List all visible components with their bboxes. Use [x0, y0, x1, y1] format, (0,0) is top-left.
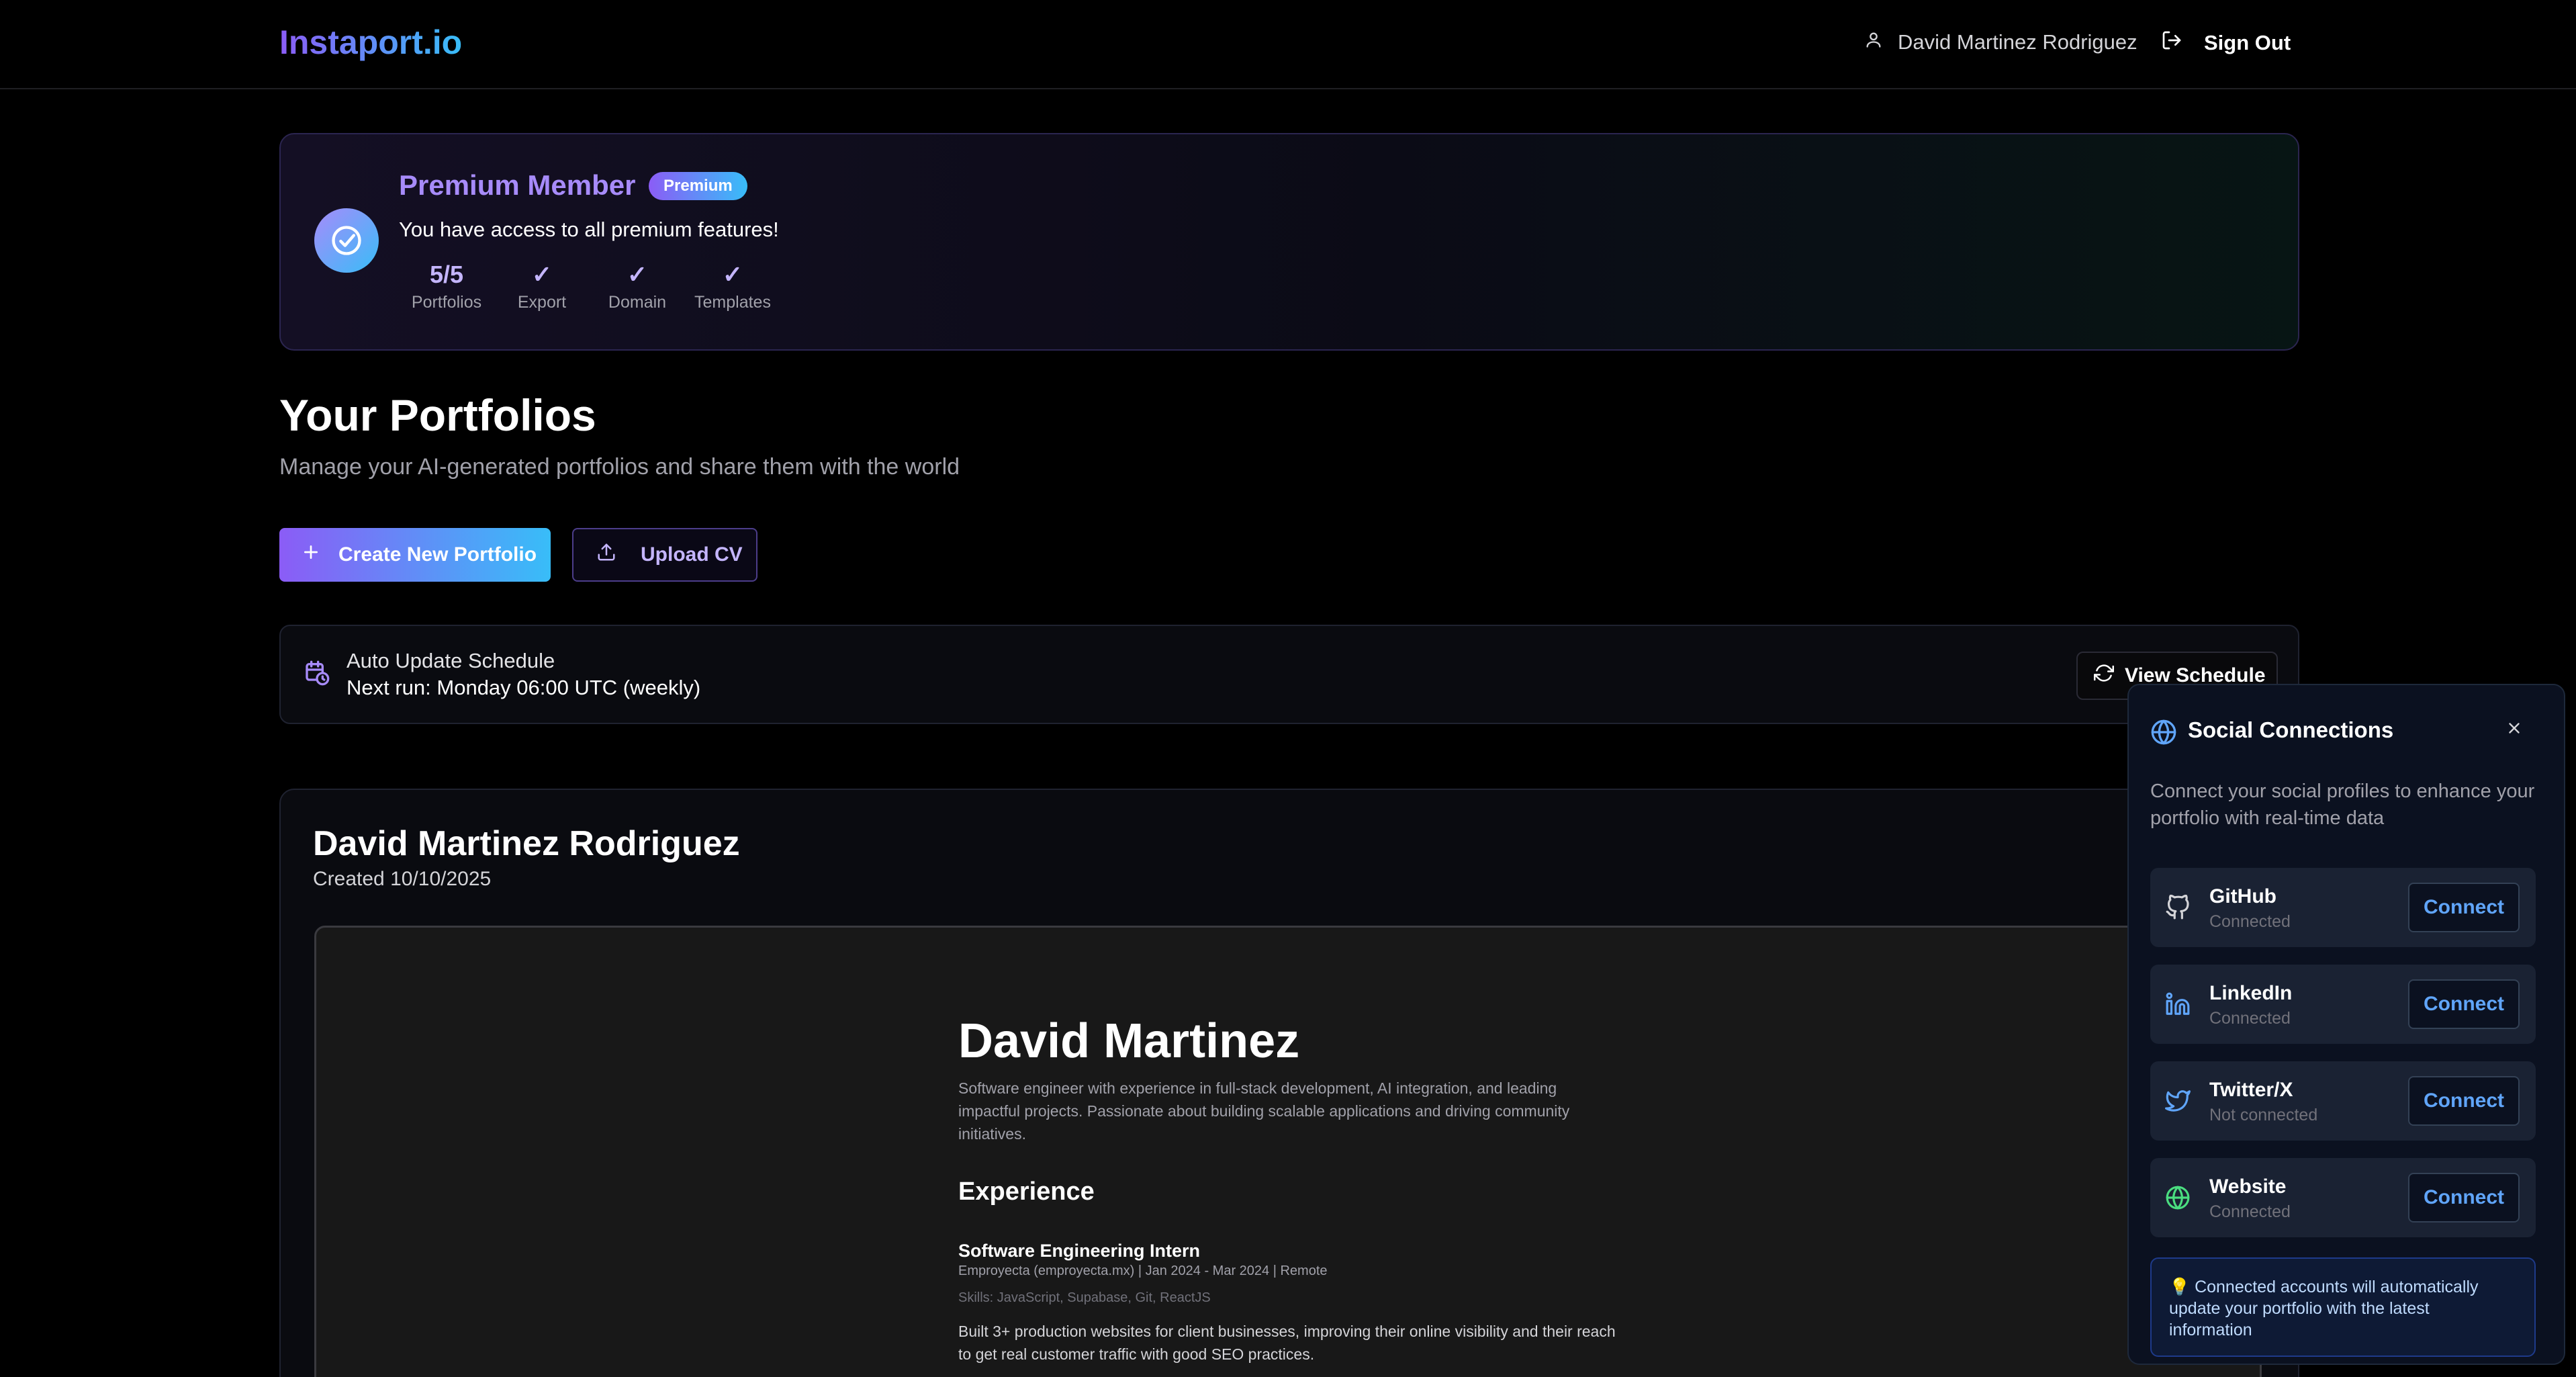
portfolio-card[interactable]: David Martinez Rodriguez Created 10/10/2… [279, 789, 2299, 1377]
stat-label: Portfolios [411, 293, 482, 312]
preview-job-skills: Skills: JavaScript, Supabase, Git, React… [958, 1290, 1211, 1305]
user-icon [1864, 30, 1883, 55]
social-status: Connected [2209, 912, 2291, 931]
preview-job-title: Software Engineering Intern [958, 1241, 1201, 1261]
social-item-github: GitHub Connected Connect [2150, 868, 2536, 947]
portfolio-title: David Martinez Rodriguez [313, 824, 740, 863]
schedule-title: Auto Update Schedule [347, 649, 555, 672]
upload-cv-button[interactable]: Upload CV [572, 528, 757, 582]
stat-label: Domain [608, 293, 667, 312]
github-icon [2165, 894, 2191, 924]
stat-portfolios: 5/5 Portfolios [399, 259, 494, 312]
preview-bio: Software engineer with experience in ful… [958, 1079, 1570, 1143]
premium-title: Premium Member [399, 169, 636, 201]
close-icon [2505, 719, 2523, 740]
social-description: Connect your social profiles to enhance … [2150, 781, 2535, 829]
twitter-icon [2165, 1088, 2191, 1117]
premium-card: Premium Member Premium You have access t… [279, 133, 2299, 351]
plus-icon [302, 543, 320, 566]
sign-out-label: Sign Out [2204, 31, 2291, 54]
portfolio-preview[interactable]: David Martinez Software engineer with ex… [314, 926, 2262, 1377]
close-button[interactable] [2501, 716, 2528, 743]
refresh-icon [2094, 663, 2114, 688]
stat-value: ✓ [722, 261, 743, 288]
premium-stats: 5/5 Portfolios ✓ Export ✓ Domain ✓ Templ… [399, 259, 780, 312]
preview-name: David Martinez [958, 1014, 1300, 1068]
social-name: Website [2209, 1175, 2287, 1198]
connect-github-button[interactable]: Connect [2408, 883, 2520, 932]
sign-out-button[interactable]: Sign Out [2161, 30, 2291, 56]
create-portfolio-label: Create New Portfolio [338, 543, 537, 566]
premium-badge: Premium [649, 172, 747, 200]
social-item-linkedin: LinkedIn Connected Connect [2150, 965, 2536, 1044]
social-status: Connected [2209, 1009, 2291, 1028]
social-info-note: 💡 Connected accounts will automatically … [2150, 1257, 2536, 1357]
upload-cv-label: Upload CV [641, 543, 743, 566]
page-subtitle: Manage your AI-generated portfolios and … [279, 454, 960, 480]
stat-value: ✓ [627, 261, 648, 288]
stat-label: Export [517, 293, 567, 312]
linkedin-icon [2165, 991, 2191, 1020]
stat-label: Templates [694, 293, 771, 312]
auto-update-schedule: Auto Update Schedule Next run: Monday 06… [279, 625, 2299, 724]
schedule-next-run: Next run: Monday 06:00 UTC (weekly) [347, 676, 701, 699]
preview-job-description: Built 3+ production websites for client … [958, 1323, 1616, 1363]
social-name: GitHub [2209, 885, 2276, 907]
social-name: Twitter/X [2209, 1079, 2293, 1101]
globe-icon [2165, 1185, 2191, 1214]
user-name: David Martinez Rodriguez [1898, 30, 2137, 54]
stat-templates: ✓ Templates [685, 259, 780, 312]
preview-section-heading: Experience [958, 1178, 1095, 1206]
calendar-clock-icon [304, 660, 330, 690]
stat-domain: ✓ Domain [590, 259, 685, 312]
top-nav: Instaport.io David Martinez Rodriguez Si… [0, 0, 2576, 89]
premium-subtitle: You have access to all premium features! [399, 218, 779, 241]
social-status: Not connected [2209, 1106, 2318, 1124]
preview-job-company: Emproyecta (emproyecta.mx) | Jan 2024 - … [958, 1263, 1328, 1278]
connect-website-button[interactable]: Connect [2408, 1173, 2520, 1223]
dashboard-page: Instaport.io David Martinez Rodriguez Si… [0, 0, 2576, 1377]
stat-export: ✓ Export [494, 259, 590, 312]
connect-linkedin-button[interactable]: Connect [2408, 979, 2520, 1029]
upload-icon [596, 542, 616, 568]
stat-value: 5/5 [429, 261, 464, 288]
log-out-icon [2161, 30, 2182, 56]
social-item-website: Website Connected Connect [2150, 1158, 2536, 1237]
logo[interactable]: Instaport.io [279, 23, 462, 62]
page-title: Your Portfolios [279, 390, 596, 440]
stat-value: ✓ [531, 261, 553, 288]
portfolio-created-date: Created 10/10/2025 [313, 868, 492, 890]
social-name: LinkedIn [2209, 982, 2293, 1004]
premium-check-icon [314, 208, 379, 273]
social-status: Connected [2209, 1202, 2291, 1221]
social-item-twitter: Twitter/X Not connected Connect [2150, 1061, 2536, 1141]
user-menu[interactable]: David Martinez Rodriguez [1864, 30, 2137, 55]
create-portfolio-button[interactable]: Create New Portfolio [279, 528, 551, 582]
social-title: Social Connections [2188, 717, 2394, 742]
social-connections-panel: Social Connections Connect your social p… [2127, 684, 2565, 1365]
connect-twitter-button[interactable]: Connect [2408, 1076, 2520, 1126]
globe-icon [2150, 719, 2177, 749]
